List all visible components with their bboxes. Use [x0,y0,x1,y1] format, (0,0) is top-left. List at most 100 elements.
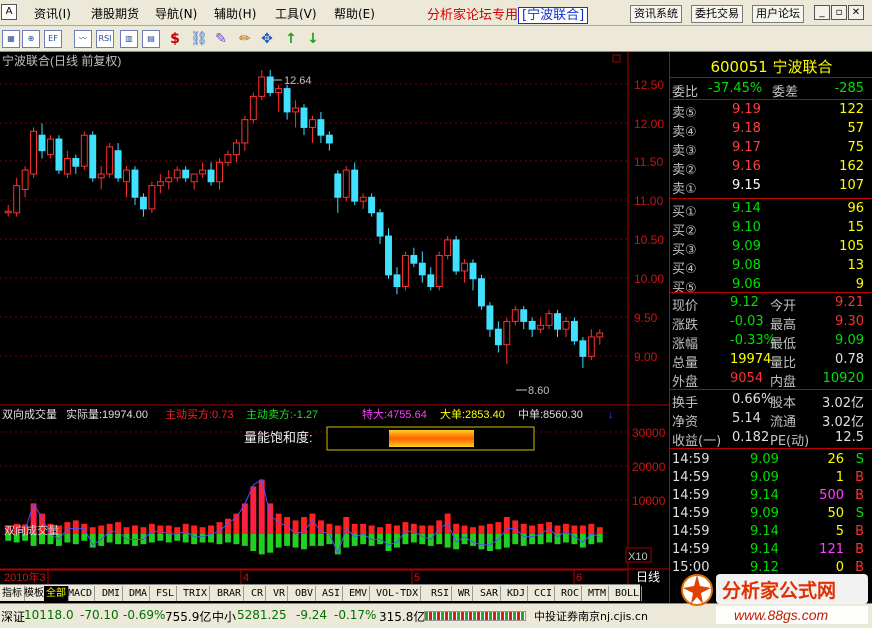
arrow-down-icon[interactable]: ↓ [304,30,322,48]
volume-bar-up [377,527,384,534]
tab-12[interactable]: ASI [320,586,344,601]
restore-icon[interactable]: ▫ [831,5,847,20]
tab-8[interactable]: BRAR [215,586,245,601]
minimize-icon[interactable]: _ [814,5,830,20]
trade-button[interactable]: 委托交易 [691,5,743,23]
tab-17[interactable]: SAR [478,586,502,601]
volume-bar-up [529,525,536,534]
sz-pct: -0.69% [123,608,166,622]
tab-16[interactable]: WR [456,586,474,601]
x10-label: X10 [628,551,648,563]
tab-22[interactable]: BOLL [613,586,643,601]
move-icon[interactable]: ✥ [258,30,276,48]
rsi-icon[interactable]: RSI [96,30,114,48]
price-tick: 12.00 [634,117,664,131]
tab-20[interactable]: ROC [559,586,583,601]
volume-bar-up [115,522,122,534]
link-icon[interactable]: ⛓ [190,30,208,48]
menu-tools[interactable]: 工具(V) [275,5,317,22]
tab-11[interactable]: OBV [293,586,317,601]
chart-expand-icon[interactable] [612,54,621,63]
tick-volume: 1 [835,470,844,485]
volume-bar-up [571,525,578,534]
candle-body [418,262,426,276]
tab-15[interactable]: RSI [429,586,453,601]
menu-hk-futures[interactable]: 港股期货 [91,5,139,22]
menu-bar: A 资讯(I) 港股期货 导航(N) 辅助(H) 工具(V) 帮助(E) 分析家… [0,0,872,26]
tab-4[interactable]: DMI [100,586,124,601]
indicator-more-icon[interactable]: ↓ [608,409,614,421]
stat-label: 最低 [770,337,797,352]
dollar-icon[interactable]: $ [166,30,184,48]
tab-21[interactable]: MTM [586,586,610,601]
chart-area[interactable]: 宁波联合(日线 前复权) 12.64 8.60 12.50 12.00 11.5… [0,52,669,584]
tab-3[interactable]: MACD [66,586,96,601]
menu-info[interactable]: 资讯(I) [34,5,71,22]
tab-14[interactable]: VOL-TDX [374,586,422,601]
candle-body [55,138,63,171]
volume-bar-down [258,534,265,555]
volume-bar-down [267,534,274,553]
banner: 分析家论坛专用 [宁波联合] [427,4,589,24]
volume-bar-down [275,534,282,548]
compare-icon[interactable]: ▤ [142,30,160,48]
tick-volume: 121 [819,542,844,557]
banner-stock: [宁波联合] [518,7,589,24]
volume-bar-down [563,534,569,543]
large-order: 大单:2853.40 [440,407,505,421]
volume-bar-down [301,534,307,550]
candle-body [89,134,97,179]
volume-bar-up [385,523,392,534]
x-axis: 2010年3 4 5 6 [0,569,628,584]
bid-volume: 13 [847,258,864,273]
period-label[interactable]: 日线 [628,568,668,584]
tab-5[interactable]: DMA [127,586,151,601]
bid-volume: 15 [847,220,864,235]
tab-18[interactable]: KDJ [505,586,529,601]
bar-chart-icon[interactable]: ▥ [120,30,138,48]
stat2-label: 净资 [672,415,699,430]
ask-label: 卖④ [672,125,697,140]
volume-bar-down [216,534,223,545]
sz-value: 10118.0 [24,608,74,622]
magic-icon[interactable]: ✎ [212,30,230,48]
zx-pct: -0.17% [334,608,377,622]
volume-bar-up [106,523,113,534]
pencil-icon[interactable]: ✏ [236,30,254,48]
medium-order: 中单:8560.30 [518,408,583,421]
f10-icon[interactable]: EF [44,30,62,48]
stat-value: 9.09 [835,333,864,348]
tab-10[interactable]: VR [271,586,289,601]
candle-body [393,274,401,288]
arrow-up-icon[interactable]: ↑ [282,30,300,48]
candle-body [385,235,392,276]
tab-13[interactable]: EMV [347,586,371,601]
stat-value: 9.12 [730,295,759,310]
tick-time: 14:59 [672,470,710,485]
info-system-button[interactable]: 资讯系统 [630,5,682,23]
candle-body [511,309,519,322]
chart-view-icon[interactable]: ▦ [2,30,20,48]
tab-9[interactable]: CR [249,586,267,601]
zoom-icon[interactable]: ⊕ [22,30,40,48]
tab-7[interactable]: TRIX [181,586,211,601]
candle-body [359,196,367,202]
tab-6[interactable]: FSL [154,586,178,601]
tick-price: 9.09 [750,470,779,485]
volume-bar-up [520,523,527,534]
tab-19[interactable]: CCI [532,586,556,601]
trend-icon[interactable]: 〰 [74,30,92,48]
menu-assist[interactable]: 辅助(H) [214,5,256,22]
app-icon[interactable]: A [1,4,17,20]
ask-label: 卖③ [672,144,697,159]
sz-amount: 755.9亿 [165,610,212,624]
candle-body [165,177,173,183]
menu-navigation[interactable]: 导航(N) [155,5,197,22]
candle-body [258,76,266,97]
forum-button[interactable]: 用户论坛 [752,5,804,23]
close-icon[interactable]: ✕ [848,5,864,20]
menu-help[interactable]: 帮助(E) [334,5,375,22]
volume-bar-down [478,534,485,550]
tick-time: 14:59 [672,542,710,557]
stat-label: 现价 [672,299,699,314]
